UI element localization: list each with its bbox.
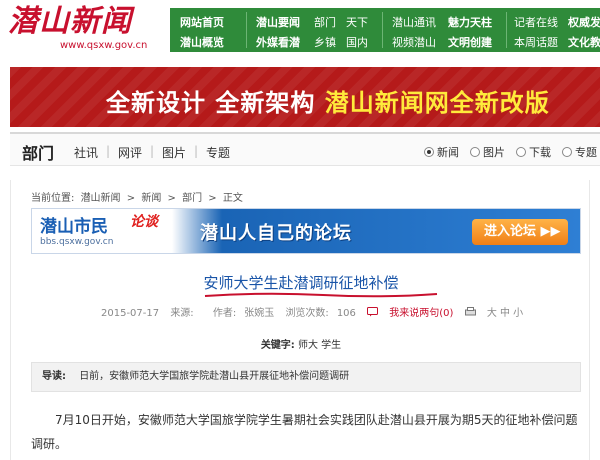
article-source-label: 来源: [170,308,194,319]
nav-foreign-media[interactable]: 外媒看潜 [256,34,300,50]
search-type-pictures[interactable]: 图片 [470,144,505,160]
section-separator: | [106,144,111,158]
article-title: 安师大学生赴潜调研征地补偿 [203,274,399,292]
nav-reporters[interactable]: 记者在线 [514,14,558,30]
section-title: 部门 [22,144,55,163]
breadcrumb-home[interactable]: 潜山新闻 [81,193,121,204]
comment-icon [367,306,379,320]
nav-qianshan-news[interactable]: 潜山要闻 [256,14,300,30]
radio-icon [562,147,572,157]
print-icon[interactable] [464,306,476,320]
article-author: 张婉玉 [244,308,275,319]
font-size-switcher[interactable]: 大 中 小 [487,308,523,319]
breadcrumb-arrow-icon: > [167,193,176,204]
enter-forum-button[interactable]: 进入论坛 ▶▶ [472,219,568,245]
search-type-news[interactable]: 新闻 [424,144,459,160]
lead-label: 导读: [42,371,66,382]
banner-text-b: 潜山新闻网全新改版 [324,89,550,117]
nav-divider [382,12,383,48]
forum-banner-ad[interactable]: 潜山市民 论谈 bbs.qsxw.gov.cn 潜山人自己的论坛 进入论坛 ▶▶ [31,208,581,254]
section-separator: | [150,144,155,158]
site-url: www.qsxw.gov.cn [60,40,148,51]
nav-authority[interactable]: 权威发 [568,14,600,30]
nav-world[interactable]: 天下 [346,14,368,30]
nav-video[interactable]: 视频潜山 [392,34,436,50]
top-navigation: 网站首页 潜山概览 潜山要闻 外媒看潜 部门 乡镇 天下 国内 潜山通讯 视频潜… [170,8,600,52]
breadcrumb-current: 正文 [222,193,243,204]
article-views-label: 浏览次数: [285,308,329,319]
lead-text: 日前，安徽师范大学国旅学院赴潜山县开展征地补偿问题调研 [79,371,350,382]
nav-civilization[interactable]: 文明创建 [448,34,492,50]
section-link-news[interactable]: 社讯 [74,144,98,161]
breadcrumb-arrow-icon: > [208,193,217,204]
banner-text-a: 全新设计 全新架构 [106,89,325,117]
nav-divider [506,12,507,48]
search-type-topics[interactable]: 专题 [562,144,597,160]
banner-text: 全新设计 全新架构 潜山新闻网全新改版 [106,83,550,118]
search-type-label: 下载 [529,146,551,159]
article-keywords: 关键字: 师大 学生 [11,336,591,351]
article-views: 106 [336,308,356,319]
search-type-label: 图片 [483,146,505,159]
nav-weekly-topic[interactable]: 本周话题 [514,34,558,50]
article-meta: 2015-07-17 来源: 作者: 张婉玉 浏览次数: 106 我来说两句(0) … [101,304,531,320]
search-type-downloads[interactable]: 下载 [516,144,551,160]
breadcrumb-arrow-icon: > [126,193,136,204]
nav-domestic[interactable]: 国内 [346,34,368,50]
forum-ad-slogan: 潜山人自己的论坛 [200,223,352,244]
article-body: 7月10日开始，安徽师范大学国旅学院学生暑期社会实践团队赴潜山县开展为期5天的征… [31,413,578,451]
nav-overview[interactable]: 潜山概览 [180,34,224,50]
search-type-label: 专题 [575,146,597,159]
section-link-pictures[interactable]: 图片 [162,144,186,161]
section-bar: 部门 社讯 | 网评 | 图片 | 专题 新闻 图片 下载 专题 [10,132,600,166]
forum-ad-brand: 潜山市民 [40,217,108,237]
redesign-banner[interactable]: 全新设计 全新架构 潜山新闻网全新改版 [10,67,600,127]
nav-home[interactable]: 网站首页 [180,14,224,30]
nav-tianzhu[interactable]: 魅力天柱 [448,14,492,30]
article-container: 当前位置: 潜山新闻 > 新闻 > 部门 > 正文 潜山市民 论谈 bbs.qs… [10,180,590,460]
radio-icon [516,147,526,157]
breadcrumb-departments[interactable]: 部门 [182,193,202,204]
search-type-label: 新闻 [437,146,459,159]
nav-culture[interactable]: 文化教 [568,34,600,50]
article-author-label: 作者: [212,308,237,319]
section-link-topics[interactable]: 专题 [206,144,230,161]
section-separator: | [194,144,199,158]
nav-divider [246,12,247,48]
breadcrumb-news[interactable]: 新闻 [141,193,161,204]
breadcrumb: 当前位置: 潜山新闻 > 新闻 > 部门 > 正文 [31,189,246,204]
keywords-label: 关键字: [260,340,295,351]
breadcrumb-label: 当前位置: [31,193,75,204]
forum-ad-url: bbs.qsxw.gov.cn [40,237,114,247]
nav-correspondence[interactable]: 潜山通讯 [392,14,436,30]
site-logo[interactable]: 潜山新闻 [8,6,132,38]
site-header: 潜山新闻 www.qsxw.gov.cn 网站首页 潜山概览 潜山要闻 外媒看潜… [0,0,600,56]
title-underline-mark [204,292,438,298]
nav-towns[interactable]: 乡镇 [314,34,336,50]
radio-icon [470,147,480,157]
article-date: 2015-07-17 [101,308,160,319]
forum-ad-tag: 论谈 [130,214,158,230]
article-lead: 导读: 日前，安徽师范大学国旅学院赴潜山县开展征地补偿问题调研 [31,362,581,392]
section-link-commentary[interactable]: 网评 [118,144,142,161]
nav-departments[interactable]: 部门 [314,14,336,30]
keywords-value[interactable]: 师大 学生 [298,340,341,351]
comment-link[interactable]: 我来说两句(0) [389,308,453,319]
site-logo-text: 潜山新闻 [8,4,132,39]
radio-selected-icon [424,147,434,157]
